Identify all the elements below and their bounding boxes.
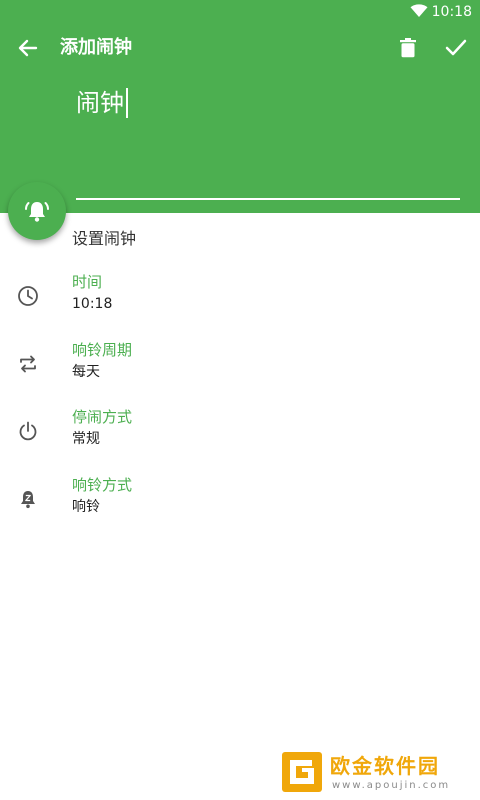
setting-label: 响铃周期 [72,341,133,359]
setting-row-repeat[interactable]: 响铃周期 每天 [0,340,480,394]
setting-value: 响铃 [72,499,100,515]
app-header: 10:18 添加闹钟 闹钟 [0,0,480,213]
toolbar: 添加闹钟 [0,24,480,72]
status-time: 10:18 [431,4,472,20]
power-icon [16,419,40,443]
page-title: 添加闹钟 [60,37,132,58]
ring-mode-icon [16,487,40,511]
site-watermark: 欧金软件园 www.apoujin.com [280,750,476,798]
setting-value: 10:18 [72,296,113,312]
check-icon [445,39,467,56]
save-button[interactable] [444,36,468,60]
watermark-name: 欧金软件园 [330,754,440,778]
clock-icon [16,284,40,308]
watermark-url: www.apoujin.com [332,780,451,791]
delete-button[interactable] [396,36,420,60]
alarm-name-input[interactable]: 闹钟 [76,88,460,200]
setting-label: 时间 [72,273,103,291]
arrow-back-icon [18,39,38,57]
alarm-fab-button[interactable] [8,182,66,240]
trash-icon [400,38,416,58]
section-title: 设置闹钟 [72,229,137,248]
setting-row-ring-mode[interactable]: 响铃方式 响铃 [0,475,480,529]
setting-label: 停闹方式 [72,408,133,426]
setting-row-time[interactable]: 时间 10:18 [0,272,480,326]
setting-row-stop-mode[interactable]: 停闹方式 常规 [0,407,480,461]
alarm-name-value: 闹钟 [76,88,128,118]
setting-value: 每天 [72,364,100,380]
status-bar: 10:18 [0,0,480,24]
repeat-icon [16,352,40,376]
back-button[interactable] [12,36,44,60]
input-underline [76,198,460,200]
alarm-bell-icon [25,202,49,222]
setting-value: 常规 [72,431,100,447]
watermark-logo [282,752,322,792]
setting-label: 响铃方式 [72,476,133,494]
wifi-icon [410,4,428,17]
